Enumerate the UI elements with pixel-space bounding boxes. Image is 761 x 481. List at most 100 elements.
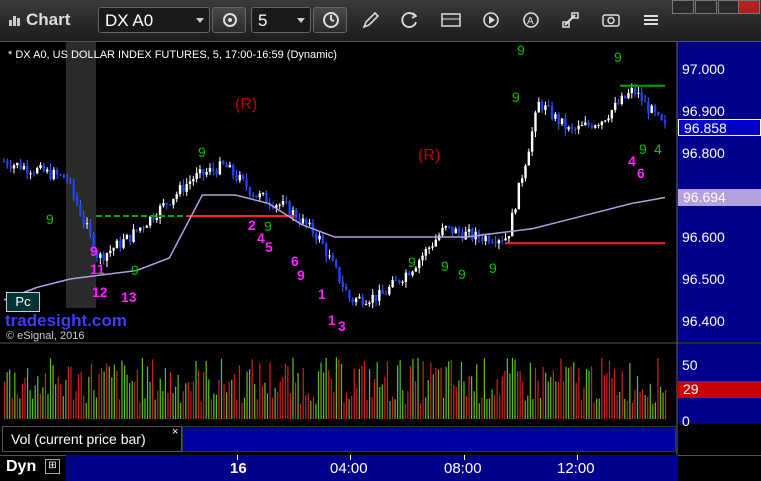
- symbol-input[interactable]: DX A0: [98, 7, 210, 33]
- volume-bar: [363, 360, 366, 419]
- dynamic-toggle-icon[interactable]: ⊞: [45, 459, 60, 474]
- volume-bar: [223, 384, 225, 419]
- refresh-icon[interactable]: [399, 10, 421, 30]
- minimize-button[interactable]: [695, 0, 717, 14]
- volume-bar: [460, 362, 463, 419]
- symbol-settings-button[interactable]: [212, 7, 246, 33]
- volume-bar: [233, 373, 235, 419]
- volume-bar: [279, 381, 281, 419]
- volume-bar: [524, 400, 526, 419]
- link-icon[interactable]: [560, 10, 582, 30]
- volume-bar: [185, 383, 187, 419]
- volume-bar: [565, 366, 567, 419]
- volume-bar: [141, 358, 144, 419]
- alert-icon[interactable]: A: [520, 10, 542, 30]
- volume-bar: [427, 379, 429, 419]
- volume-bar: [450, 360, 452, 419]
- volume-bar: [29, 390, 31, 419]
- volume-bar: [47, 393, 49, 419]
- candle-body: [404, 272, 408, 282]
- volume-bar: [169, 372, 172, 419]
- count-label: 9: [441, 258, 449, 274]
- pc-button[interactable]: Pc: [6, 292, 40, 312]
- volume-bar: [606, 373, 608, 419]
- volume-bar: [243, 397, 246, 419]
- volume-bar: [106, 363, 108, 419]
- count-label: 9: [614, 49, 622, 65]
- volume-current-tag: 29: [678, 381, 761, 398]
- volume-bar: [465, 396, 468, 419]
- volume-bar: [376, 362, 378, 419]
- volume-bar: [545, 372, 547, 419]
- volume-bar: [65, 380, 67, 419]
- volume-bar: [555, 381, 557, 419]
- symbol-value: DX A0: [105, 11, 154, 30]
- candle-body: [59, 174, 62, 176]
- volume-bar: [588, 370, 590, 419]
- candle-body: [461, 232, 464, 240]
- play-icon[interactable]: [480, 10, 502, 30]
- candle-body: [162, 202, 165, 206]
- candle-body: [597, 124, 600, 126]
- volume-bar: [14, 372, 16, 419]
- count-label: 12: [92, 284, 108, 300]
- volume-bar: [90, 363, 92, 419]
- volume-bar: [570, 366, 572, 419]
- candle-body: [540, 101, 544, 111]
- candle-body: [305, 218, 308, 225]
- close-button[interactable]: [738, 0, 760, 14]
- candle-body: [125, 234, 129, 240]
- volume-bar: [310, 400, 312, 419]
- volume-bar: [325, 357, 327, 419]
- volume-study-close-button[interactable]: ×: [172, 426, 178, 438]
- volume-bar: [98, 373, 100, 419]
- candle-body: [501, 240, 504, 242]
- volume-bar: [203, 372, 205, 419]
- volume-bar: [560, 358, 562, 419]
- volume-bar: [647, 396, 649, 419]
- volume-bar: [228, 381, 230, 419]
- candle-body: [172, 198, 175, 205]
- volume-bar: [389, 400, 391, 419]
- maximize-button[interactable]: [718, 0, 740, 14]
- candle-body: [195, 173, 198, 180]
- pin-button[interactable]: [672, 0, 694, 14]
- chevron-down-icon[interactable]: [297, 18, 305, 23]
- candle-body: [148, 216, 152, 226]
- volume-bar: [580, 400, 582, 419]
- candle-body: [324, 243, 328, 257]
- pencil-icon[interactable]: [360, 10, 382, 30]
- volume-bar: [134, 381, 136, 419]
- candle-body: [178, 185, 182, 195]
- candle-body: [630, 87, 633, 94]
- volume-bar: [26, 368, 29, 419]
- candle-body: [291, 210, 295, 216]
- count-label: 9: [264, 218, 272, 234]
- candle-body: [215, 170, 218, 175]
- chevron-down-icon[interactable]: [196, 18, 204, 23]
- volume-bar: [445, 366, 447, 419]
- candle-body: [441, 227, 444, 236]
- candle-body: [643, 101, 647, 103]
- volume-bar: [478, 403, 480, 419]
- candle-body: [534, 112, 537, 132]
- volume-bar: [575, 382, 577, 419]
- interval-input[interactable]: 5: [251, 7, 311, 33]
- interval-value: 5: [258, 11, 268, 30]
- candle-body: [613, 102, 617, 111]
- volume-bar: [162, 390, 164, 419]
- screenshot-icon[interactable]: [600, 10, 622, 30]
- candle-body: [165, 202, 168, 205]
- volume-bar: [154, 399, 156, 419]
- interval-clock-button[interactable]: [313, 7, 347, 33]
- price-chart[interactable]: [0, 42, 761, 455]
- volume-bar: [300, 403, 302, 419]
- count-label: 6: [637, 165, 645, 181]
- volume-bar: [80, 372, 82, 419]
- volume-bar: [152, 359, 154, 419]
- volume-study-label[interactable]: Vol (current price bar): [2, 426, 182, 452]
- volume-bar: [4, 381, 6, 419]
- menu-icon[interactable]: [640, 10, 662, 30]
- toolbar: Chart DX A0 5 A: [0, 0, 761, 42]
- data-table-icon[interactable]: [440, 10, 462, 30]
